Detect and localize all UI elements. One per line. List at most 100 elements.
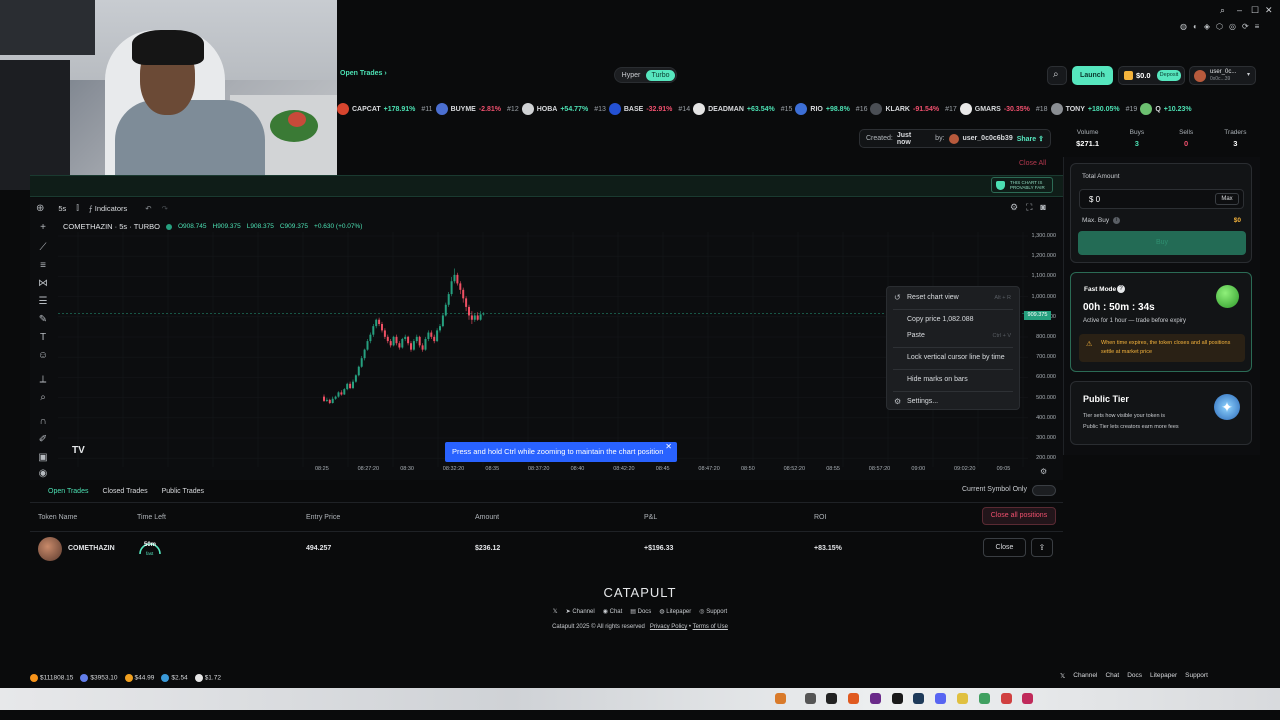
taskbar-app-icon[interactable] [935,693,946,704]
add-symbol-icon[interactable]: ⊕ [36,203,44,214]
current-symbol-toggle[interactable] [1032,485,1056,496]
lock-drawing-icon[interactable]: ✐ [37,434,49,446]
taskbar-app-icon[interactable] [957,693,968,704]
close-all-positions-button[interactable]: Close all positions [982,507,1056,525]
interval-button[interactable]: 5s [58,204,66,213]
mode-hyper[interactable]: Hyper [619,70,643,81]
ticker-item[interactable]: #18 TONY +180.05% [1036,103,1120,115]
settings-icon[interactable]: ⚙ [1010,202,1018,213]
mode-toggle[interactable]: Hyper Turbo [614,67,677,83]
lock-icon[interactable]: ▣ [37,452,49,464]
footer-link-channel[interactable]: ➤ Channel [566,608,595,615]
menu-item-reset[interactable]: Reset chart view [907,294,959,301]
profile-button[interactable]: user_0c... 0x0c...39 ▾ [1189,66,1256,85]
eye-icon[interactable]: ◉ [37,468,49,480]
extension-icon[interactable]: ◍ [1180,22,1187,31]
buy-button[interactable]: Buy [1078,231,1246,255]
window-search-icon[interactable]: ⌕ [1220,5,1225,16]
redo-icon[interactable]: ↷ [162,204,168,213]
ticker-item[interactable]: CAPCAT +178.91% [337,103,415,115]
taskbar-app-icon[interactable] [892,693,903,704]
ticker-item[interactable]: #13 BASE -32.91% [594,103,672,115]
ticker-item[interactable]: #14 DEADMAN +63.54% [678,103,775,115]
taskbar-app-icon[interactable] [870,693,881,704]
ticker-item[interactable]: #15 RIO +98.8% [781,103,850,115]
tab-closed-trades[interactable]: Closed Trades [102,488,147,495]
fullscreen-icon[interactable]: ⛶ [1026,202,1032,213]
footer-link-chat[interactable]: ◉ Chat [603,608,623,615]
chart-type-icon[interactable]: ⫿ [76,203,78,213]
brush-icon[interactable]: ✎ [37,314,49,326]
close-window-icon[interactable]: ✕ [1265,5,1273,16]
info-icon[interactable]: i [1113,217,1120,224]
extension-icon[interactable]: ⟳ [1242,22,1249,31]
footer-link-docs[interactable]: ▤ Docs [630,608,651,615]
pattern-icon[interactable]: ⋈ [37,278,49,290]
taskbar-app-icon[interactable] [826,693,837,704]
wallet-button[interactable]: $0.0 Deposit [1118,66,1185,85]
taskbar-app-icon[interactable] [979,693,990,704]
close-position-button[interactable]: Close [983,538,1026,557]
tab-public-trades[interactable]: Public Trades [162,488,204,495]
indicators-button[interactable]: ⨍ Indicators [89,204,128,213]
help-icon[interactable]: ? [1117,285,1125,293]
trend-line-icon[interactable]: ⟋ [37,242,49,254]
extension-icon[interactable]: ◎ [1229,22,1236,31]
menu-item-settings[interactable]: Settings... [907,398,938,405]
ruler-icon[interactable]: ⟂ [37,374,49,386]
max-button[interactable]: Max [1215,193,1239,205]
taskbar-app-icon[interactable] [848,693,859,704]
taskbar-app-icon[interactable] [775,693,786,704]
taskbar-app-icon[interactable] [805,693,816,704]
status-link-docs[interactable]: Docs [1127,672,1142,680]
launch-button[interactable]: Launch [1072,66,1113,85]
extension-icon[interactable]: ⬡ [1216,22,1223,31]
provably-fair-badge[interactable]: THIS CHART IS PROVABLY FAIR [991,177,1053,193]
open-trades-link[interactable]: Open Trades › [340,70,387,77]
menu-item-lock-cursor[interactable]: Lock vertical cursor line by time [907,354,1005,361]
status-link-support[interactable]: Support [1185,672,1208,680]
x-icon[interactable]: 𝕏 [1060,672,1065,680]
menu-item-copy-price[interactable]: Copy price 1,082.088 [907,316,974,323]
close-icon[interactable]: ✕ [665,437,672,457]
ticker-item[interactable]: #11 BUYME -2.81% [421,103,501,115]
taskbar-app-icon[interactable] [1001,693,1012,704]
extension-icon[interactable]: ◐ [1193,22,1198,31]
crosshair-icon[interactable]: + [37,222,49,234]
horizontal-lines-icon[interactable]: ≡ [37,260,49,272]
zoom-icon[interactable]: ⌕ [37,392,49,404]
menu-icon[interactable]: ≡ [1255,22,1260,31]
extension-icon[interactable]: ◈ [1204,22,1210,31]
mode-turbo[interactable]: Turbo [646,70,675,81]
taskbar-app-icon[interactable] [1022,693,1033,704]
tradingview-logo-icon[interactable]: TV [72,445,85,456]
privacy-policy-link[interactable]: Privacy Policy [650,624,687,630]
creator-name[interactable]: user_0c0c6b39 [963,135,1013,142]
tab-open-trades[interactable]: Open Trades [48,488,88,495]
share-position-button[interactable]: ⇪ [1031,538,1053,557]
x-icon[interactable]: 𝕏 [553,608,558,615]
ticker-item[interactable]: #12 HOBA +54.77% [507,103,588,115]
taskbar-app-icon[interactable] [913,693,924,704]
undo-icon[interactable]: ↶ [145,204,151,213]
ticker-item[interactable]: #16 KLARK -91.54% [856,103,939,115]
magnet-icon[interactable]: ∩ [37,416,49,428]
terms-of-use-link[interactable]: Terms of Use [693,624,728,630]
axis-settings-icon[interactable]: ⚙ [1040,467,1047,476]
menu-item-hide-marks[interactable]: Hide marks on bars [907,376,968,383]
search-button[interactable]: ⌕ [1047,66,1067,85]
text-icon[interactable]: T [37,332,49,344]
price-axis[interactable]: 1,300.0001,200.0001,100.0001,000.000900.… [1024,228,1060,468]
status-link-chat[interactable]: Chat [1105,672,1119,680]
maximize-icon[interactable]: ☐ [1251,5,1259,16]
close-all-link[interactable]: Close All [1019,160,1046,167]
deposit-button[interactable]: Deposit [1157,70,1181,81]
public-tier-card[interactable]: Public Tier Tier sets how visible your t… [1070,381,1252,445]
share-button[interactable]: Share ⇪ [1017,135,1044,143]
price-chart[interactable] [58,232,1028,467]
ticker-item[interactable]: #19 Q +10.23% [1126,103,1192,115]
status-link-litepaper[interactable]: Litepaper [1150,672,1177,680]
footer-link-support[interactable]: ◎ Support [699,608,727,615]
fib-icon[interactable]: ☰ [37,296,49,308]
camera-icon[interactable]: ◙ [1040,202,1045,213]
